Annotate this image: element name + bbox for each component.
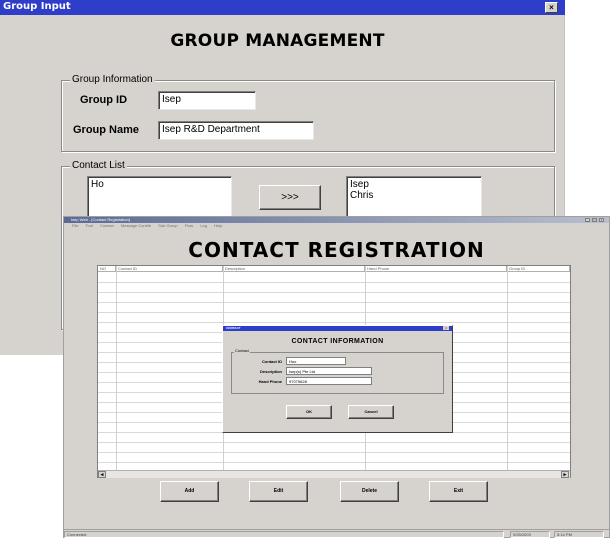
list-item[interactable]: Ho [91,179,228,190]
menu-item-contact[interactable]: Contact [100,223,114,228]
horizontal-scrollbar[interactable]: ◄ ► [98,470,570,478]
contact-registration-window: Isep Web - [Contact Registration] _ □ × … [63,216,610,538]
grid-row-line [98,292,570,293]
delete-button[interactable]: Delete [340,481,399,502]
menu-bar: File Tool Contact Message Contrib Sub Gr… [64,223,609,229]
column-header-group-id[interactable]: Group ID [507,266,570,272]
menu-item-message[interactable]: Message Contrib [121,223,151,228]
dialog-titlebar[interactable]: CONTACT × [223,326,452,331]
group-name-label: Group Name [73,124,140,136]
status-bar: Connected 9/25/2003 5:14 PM [64,529,609,538]
group-input-titlebar[interactable]: Group Input × [0,0,565,15]
grid-row-line [98,322,570,323]
hand-phone-label: Hand Phone [258,379,282,384]
page-title: GROUP MANAGEMENT [170,31,385,51]
column-header-contact-id[interactable]: Contact ID [116,266,223,272]
grid-row-line [98,462,570,463]
column-header-no[interactable]: NO [98,266,116,272]
status-text: Connected [64,531,504,538]
contact-id-label: Contact ID [262,359,282,364]
description-label: Description [259,369,282,374]
grid-row-line [98,312,570,313]
group-information-frame [61,80,555,152]
description-field[interactable]: Isep(s) Pte Ltd [286,367,372,375]
group-id-field[interactable]: Isep [158,91,256,110]
scroll-left-button[interactable]: ◄ [98,471,106,478]
list-item[interactable]: Chris [350,190,478,201]
menu-item-tool[interactable]: Tool [86,223,93,228]
contact-id-field[interactable]: Hoo [286,357,346,365]
contact-frame-legend: Contact [234,348,250,353]
minimize-button[interactable]: _ [585,218,590,222]
close-button[interactable]: × [545,2,558,13]
menu-item-sub-group[interactable]: Sub Group [158,223,177,228]
column-header-description[interactable]: Description [223,266,365,272]
window-title: Group Input [3,1,71,12]
group-id-label: Group ID [80,94,128,106]
hand-phone-field[interactable]: 97075628 [286,377,372,385]
dialog-title: CONTACT [226,326,241,330]
grid-row-line [98,442,570,443]
grid-row-line [98,282,570,283]
transfer-button[interactable]: >>> [259,185,321,210]
group-name-field[interactable]: Isep R&D Department [158,121,314,140]
scroll-right-button[interactable]: ► [561,471,569,478]
dialog-heading: CONTACT INFORMATION [291,338,384,345]
contact-information-dialog: CONTACT × CONTACT INFORMATION Contact Co… [222,325,453,433]
grid-column-line [116,266,117,470]
menu-item-flow[interactable]: Flow [185,223,193,228]
grid-row-line [98,302,570,303]
status-time: 5:14 PM [554,531,604,538]
cancel-button[interactable]: Cancel [348,405,394,419]
add-button[interactable]: Add [160,481,219,502]
edit-button[interactable]: Edit [249,481,308,502]
grid-column-line [507,266,508,470]
close-button[interactable]: × [443,326,449,330]
page-title: CONTACT REGISTRATION [188,238,485,262]
group-information-legend: Group Information [70,74,155,85]
close-button[interactable]: × [599,218,604,222]
menu-item-help[interactable]: Help [214,223,222,228]
maximize-button[interactable]: □ [592,218,597,222]
menu-item-file[interactable]: File [72,223,78,228]
grid-row-line [98,452,570,453]
menu-item-log[interactable]: Log [200,223,207,228]
list-item[interactable]: Isep [350,179,478,190]
status-date: 9/25/2003 [510,531,550,538]
exit-button[interactable]: Exit [429,481,488,502]
column-header-hand-phone[interactable]: Hand Phone [365,266,507,272]
contact-list-legend: Contact List [70,160,127,171]
ok-button[interactable]: OK [286,405,332,419]
